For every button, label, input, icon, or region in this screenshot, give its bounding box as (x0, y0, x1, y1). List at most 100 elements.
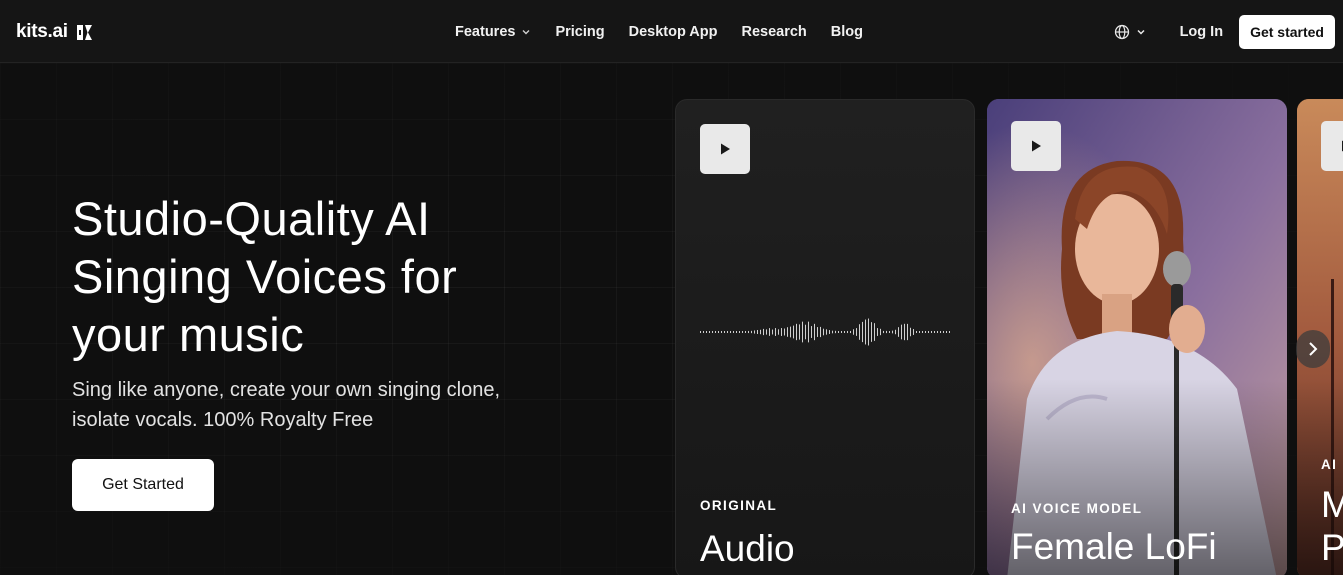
waveform-bar (751, 330, 752, 334)
waveform-bar (928, 331, 929, 333)
waveform-bar (901, 324, 902, 340)
waveform-bar (805, 324, 806, 340)
waveform-bar (853, 329, 854, 335)
card-title: Audio (700, 528, 795, 569)
logo-mark-icon (76, 24, 92, 40)
waveform-bar (871, 322, 872, 342)
play-icon (721, 143, 730, 155)
waveform-bar (757, 329, 758, 335)
waveform-bar (904, 323, 905, 341)
waveform-bar (874, 323, 875, 341)
hero-title-line: your music (72, 308, 305, 361)
waveform-bar (715, 331, 716, 333)
waveform-bar (865, 319, 866, 345)
nav-links: Features Pricing Desktop App Research Bl… (455, 22, 887, 42)
waveform-bar (844, 331, 845, 333)
hero-subtitle: Sing like anyone, create your own singin… (72, 375, 592, 435)
nav-link-desktop-app[interactable]: Desktop App (629, 24, 718, 40)
voice-card-original[interactable]: ORIGINAL Audio (675, 99, 975, 575)
waveform-bar (784, 328, 785, 336)
nav-link-label: Pricing (555, 24, 605, 40)
nav-right: Log In Get started (1114, 15, 1335, 49)
waveform-bar (739, 331, 740, 333)
voice-card-female-lofi[interactable]: AI VOICE MODEL Female LoFi (987, 99, 1287, 575)
waveform-bar (886, 330, 887, 334)
nav-link-label: Research (741, 24, 807, 40)
top-nav: kits.ai Features Pricing Desktop App Res… (0, 0, 1343, 63)
play-button[interactable] (1321, 121, 1343, 171)
waveform-bar (868, 318, 869, 346)
waveform-bar (736, 331, 737, 333)
brand-logo[interactable]: kits.ai (16, 20, 93, 44)
waveform-bar (898, 327, 899, 337)
waveform-bar (832, 330, 833, 334)
waveform-bar (778, 329, 779, 335)
waveform-bar (709, 331, 710, 333)
waveform-bar (721, 331, 722, 333)
play-button[interactable] (700, 124, 750, 174)
waveform-bar (856, 328, 857, 336)
waveform-bar (730, 331, 731, 333)
language-selector[interactable] (1114, 24, 1146, 40)
waveform-bar (862, 321, 863, 343)
carousel-next-button[interactable] (1296, 330, 1330, 368)
waveform-bar (919, 331, 920, 333)
waveform-bar (931, 331, 932, 333)
nav-link-pricing[interactable]: Pricing (555, 24, 604, 40)
nav-link-label: Desktop App (628, 24, 718, 40)
waveform-bar (883, 330, 884, 334)
get-started-nav-button[interactable]: Get started (1239, 15, 1335, 49)
waveform-bar (838, 331, 839, 333)
waveform-bar (829, 330, 830, 334)
globe-icon (1114, 24, 1129, 40)
waveform-bar (880, 328, 881, 336)
waveform-bar (763, 328, 764, 336)
waveform-bar (823, 328, 824, 336)
waveform-bar (835, 330, 836, 334)
waveform-bar (745, 331, 746, 333)
waveform-bar (946, 331, 947, 333)
waveform-bar (712, 331, 713, 333)
waveform-bar (718, 331, 719, 333)
waveform-bar (841, 331, 842, 333)
card-kicker: ORIGINAL (700, 498, 778, 513)
waveform-bar (907, 323, 908, 341)
waveform-bar (760, 329, 761, 335)
waveform-bar (766, 329, 767, 335)
waveform-bar (877, 328, 878, 336)
waveform-bar (943, 331, 944, 333)
waveform-bar (706, 331, 707, 333)
waveform-bar (934, 331, 935, 333)
waveform-bar (733, 331, 734, 333)
waveform-bar (700, 331, 701, 333)
login-link[interactable]: Log In (1180, 24, 1224, 40)
card-title-line-2: P (1321, 527, 1343, 568)
waveform-bar (892, 330, 893, 334)
waveform-bar (895, 329, 896, 335)
waveform-bar (748, 330, 749, 334)
waveform-bar (814, 323, 815, 341)
waveform-bar (796, 323, 797, 341)
chevron-right-icon (1309, 342, 1318, 356)
waveform-bar (847, 330, 848, 334)
get-started-hero-button[interactable]: Get Started (72, 459, 214, 511)
card-kicker: AI (1321, 457, 1338, 472)
waveform-bar (808, 321, 809, 343)
nav-link-label: Features (455, 24, 516, 40)
card-kicker: AI VOICE MODEL (1011, 501, 1143, 516)
waveform-bar (916, 331, 917, 333)
nav-link-blog[interactable]: Blog (831, 24, 863, 40)
waveform-bar (802, 321, 803, 343)
brand-name: kits.ai (16, 21, 68, 42)
waveform-bar (889, 331, 890, 333)
hero-title-line: Studio-Quality AI (72, 192, 431, 245)
waveform-bar (742, 331, 743, 333)
waveform-bar (781, 328, 782, 336)
hero-title-line: Singing Voices for (72, 250, 458, 303)
waveform-bar (793, 325, 794, 339)
waveform-bar (769, 328, 770, 336)
nav-link-features[interactable]: Features (455, 24, 531, 40)
nav-link-research[interactable]: Research (742, 24, 807, 40)
play-button[interactable] (1011, 121, 1061, 171)
waveform-bar (754, 330, 755, 334)
